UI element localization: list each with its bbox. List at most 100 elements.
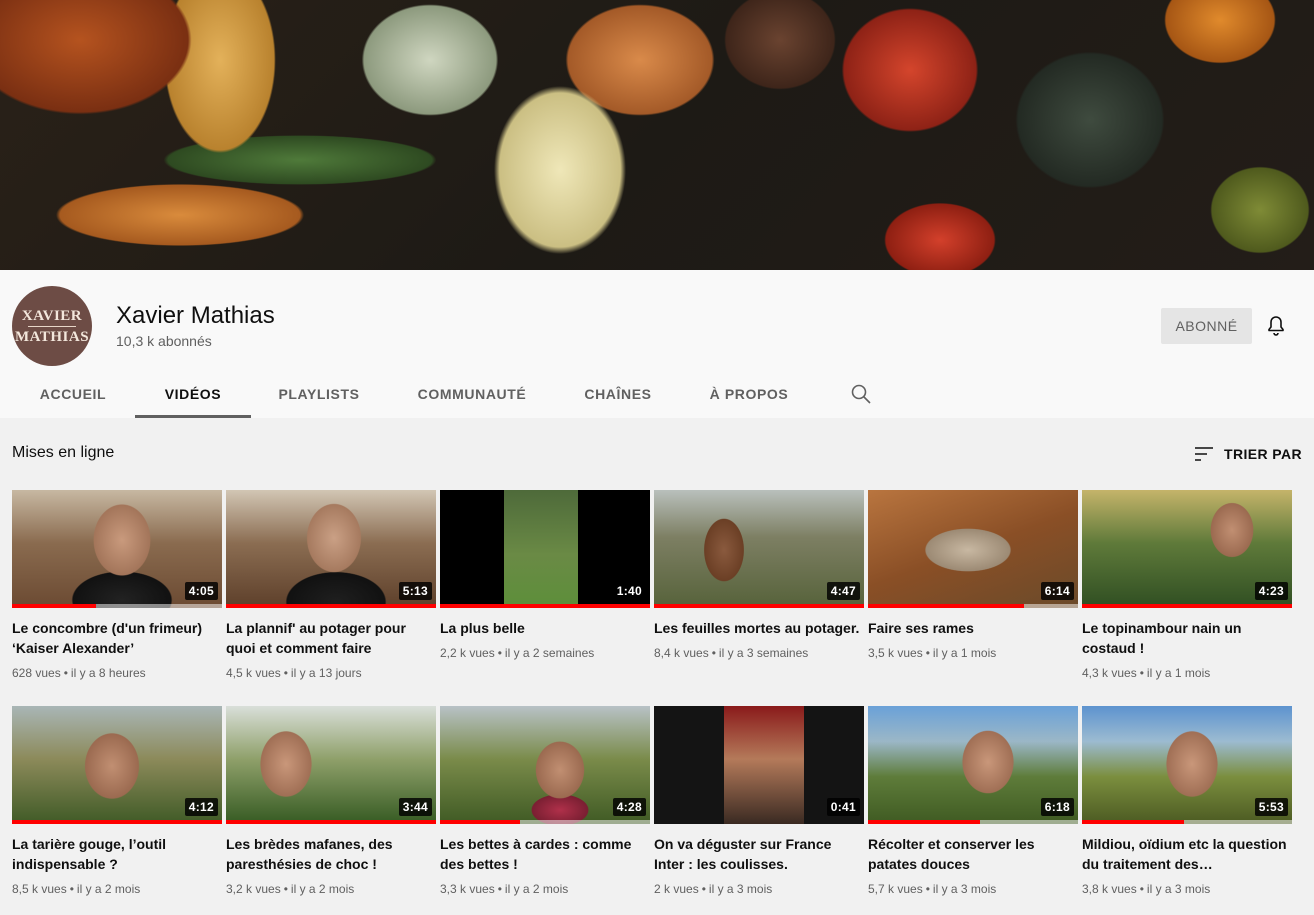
video-meta: 3,5 k vues • il y a 1 mois bbox=[868, 646, 997, 660]
video-title[interactable]: On va déguster sur France Inter : les co… bbox=[654, 834, 864, 874]
avatar-text-line2: MATHIAS bbox=[14, 328, 90, 345]
view-count: 628 vues bbox=[12, 666, 61, 680]
video-title[interactable]: Mildiou, oïdium etc la question du trait… bbox=[1082, 834, 1292, 874]
video-thumbnail[interactable]: 4:12 bbox=[12, 706, 222, 824]
view-count: 3,2 k vues bbox=[226, 882, 281, 896]
video-meta: 8,5 k vues • il y a 2 mois bbox=[12, 882, 141, 896]
video-meta: 3,2 k vues • il y a 2 mois bbox=[226, 882, 355, 896]
watch-progress bbox=[1082, 820, 1184, 824]
video-card[interactable]: 5:13 La plannif' au potager pour quoi et… bbox=[226, 490, 436, 682]
video-card[interactable]: 3:44 Les brèdes mafanes, des paresthésie… bbox=[226, 706, 436, 898]
upload-age: il y a 8 heures bbox=[70, 666, 146, 680]
tab-communaute[interactable]: COMMUNAUTÉ bbox=[410, 370, 534, 418]
video-card[interactable]: 4:28 Les bettes à cardes : comme des bet… bbox=[440, 706, 650, 898]
channel-avatar[interactable]: XAVIER MATHIAS bbox=[12, 286, 92, 366]
view-count: 3,3 k vues bbox=[440, 882, 495, 896]
notification-bell-icon[interactable] bbox=[1264, 314, 1288, 338]
channel-name: Xavier Mathias bbox=[116, 302, 275, 329]
video-duration: 4:05 bbox=[184, 582, 218, 600]
video-title[interactable]: Le concombre (d'un frimeur) ‘Kaiser Alex… bbox=[12, 618, 222, 658]
upload-age: il y a 13 jours bbox=[290, 666, 362, 680]
video-thumbnail[interactable]: 6:18 bbox=[868, 706, 1078, 824]
video-meta: 4,3 k vues • il y a 1 mois bbox=[1082, 666, 1211, 680]
watch-progress bbox=[226, 604, 436, 608]
sort-icon bbox=[1195, 447, 1213, 461]
view-count: 3,5 k vues bbox=[868, 646, 923, 660]
video-title[interactable]: Le topinambour nain un costaud ! bbox=[1082, 618, 1292, 658]
video-card[interactable]: 4:12 La tarière gouge, l’outil indispens… bbox=[12, 706, 222, 898]
watch-progress bbox=[440, 604, 650, 608]
upload-age: il y a 1 mois bbox=[932, 646, 997, 660]
video-meta: 2 k vues • il y a 3 mois bbox=[654, 882, 773, 896]
sort-button[interactable]: TRIER PAR bbox=[1192, 442, 1302, 466]
upload-age: il y a 2 semaines bbox=[504, 646, 595, 660]
view-count: 4,3 k vues bbox=[1082, 666, 1137, 680]
video-card[interactable]: 4:47 Les feuilles mortes au potager. 8,4… bbox=[654, 490, 864, 662]
video-duration: 5:13 bbox=[398, 582, 432, 600]
watch-progress bbox=[12, 820, 222, 824]
video-duration: 0:41 bbox=[826, 798, 860, 816]
sort-label: TRIER PAR bbox=[1224, 446, 1303, 462]
view-count: 4,5 k vues bbox=[226, 666, 281, 680]
upload-age: il y a 3 mois bbox=[708, 882, 773, 896]
video-thumbnail[interactable]: 5:53 bbox=[1082, 706, 1292, 824]
video-thumbnail[interactable]: 6:14 bbox=[868, 490, 1078, 608]
search-icon[interactable] bbox=[849, 382, 873, 406]
tab-videos[interactable]: VIDÉOS bbox=[135, 370, 251, 418]
video-thumbnail[interactable]: 1:40 bbox=[440, 490, 650, 608]
video-thumbnail[interactable]: 4:23 bbox=[1082, 490, 1292, 608]
tab-accueil[interactable]: ACCUEIL bbox=[32, 370, 114, 418]
video-thumbnail[interactable]: 0:41 bbox=[654, 706, 864, 824]
video-title[interactable]: La tarière gouge, l’outil indispensable … bbox=[12, 834, 222, 874]
video-title[interactable]: Récolter et conserver les patates douces bbox=[868, 834, 1078, 874]
video-card[interactable]: 4:23 Le topinambour nain un costaud ! 4,… bbox=[1082, 490, 1292, 682]
upload-age: il y a 2 mois bbox=[504, 882, 569, 896]
video-card[interactable]: 6:18 Récolter et conserver les patates d… bbox=[868, 706, 1078, 898]
video-thumbnail[interactable]: 4:47 bbox=[654, 490, 864, 608]
upload-age: il y a 2 mois bbox=[76, 882, 141, 896]
video-duration: 1:40 bbox=[612, 582, 646, 600]
video-meta: 4,5 k vues • il y a 13 jours bbox=[226, 666, 362, 680]
videos-section: Mises en ligne TRIER PAR 4:05 Le concomb… bbox=[0, 418, 1314, 915]
video-card[interactable]: 5:53 Mildiou, oïdium etc la question du … bbox=[1082, 706, 1292, 898]
video-thumbnail[interactable]: 3:44 bbox=[226, 706, 436, 824]
video-title[interactable]: Les brèdes mafanes, des paresthésies de … bbox=[226, 834, 436, 874]
tab-a-propos[interactable]: À PROPOS bbox=[702, 370, 796, 418]
view-count: 3,8 k vues bbox=[1082, 882, 1137, 896]
video-card[interactable]: 6:14 Faire ses rames 3,5 k vues • il y a 1… bbox=[868, 490, 1078, 662]
video-thumbnail[interactable]: 5:13 bbox=[226, 490, 436, 608]
video-meta: 3,3 k vues • il y a 2 mois bbox=[440, 882, 569, 896]
avatar-divider bbox=[28, 325, 76, 327]
view-count: 8,4 k vues bbox=[654, 646, 709, 660]
watch-progress bbox=[226, 820, 436, 824]
video-meta: 3,8 k vues • il y a 3 mois bbox=[1082, 882, 1211, 896]
video-title[interactable]: Les bettes à cardes : comme des bettes ! bbox=[440, 834, 650, 874]
video-meta: 8,4 k vues • il y a 3 semaines bbox=[654, 646, 809, 660]
video-meta: 2,2 k vues • il y a 2 semaines bbox=[440, 646, 595, 660]
video-title[interactable]: Faire ses rames bbox=[868, 618, 1078, 638]
video-title[interactable]: Les feuilles mortes au potager. bbox=[654, 618, 864, 638]
channel-header: XAVIER MATHIAS Xavier Mathias 10,3 k abo… bbox=[0, 270, 1314, 418]
subscribed-button[interactable]: ABONNÉ bbox=[1161, 308, 1252, 344]
tab-chaines[interactable]: CHAÎNES bbox=[576, 370, 660, 418]
upload-age: il y a 3 semaines bbox=[718, 646, 809, 660]
video-card[interactable]: 4:05 Le concombre (d'un frimeur) ‘Kaiser… bbox=[12, 490, 222, 682]
watch-progress bbox=[868, 604, 1024, 608]
video-card[interactable]: 0:41 On va déguster sur France Inter : l… bbox=[654, 706, 864, 898]
upload-age: il y a 1 mois bbox=[1146, 666, 1211, 680]
video-card[interactable]: 1:40 La plus belle 2,2 k vues • il y a 2 s… bbox=[440, 490, 650, 662]
watch-progress bbox=[868, 820, 980, 824]
avatar-text-line1: XAVIER bbox=[21, 307, 83, 324]
channel-banner bbox=[0, 0, 1314, 270]
video-meta: 5,7 k vues • il y a 3 mois bbox=[868, 882, 997, 896]
video-thumbnail[interactable]: 4:28 bbox=[440, 706, 650, 824]
view-count: 2 k vues bbox=[654, 882, 699, 896]
video-thumbnail[interactable]: 4:05 bbox=[12, 490, 222, 608]
upload-age: il y a 3 mois bbox=[1146, 882, 1211, 896]
video-duration: 4:12 bbox=[184, 798, 218, 816]
upload-age: il y a 2 mois bbox=[290, 882, 355, 896]
video-title[interactable]: La plus belle bbox=[440, 618, 650, 638]
tab-playlists[interactable]: PLAYLISTS bbox=[270, 370, 368, 418]
view-count: 2,2 k vues bbox=[440, 646, 495, 660]
video-title[interactable]: La plannif' au potager pour quoi et comm… bbox=[226, 618, 436, 658]
